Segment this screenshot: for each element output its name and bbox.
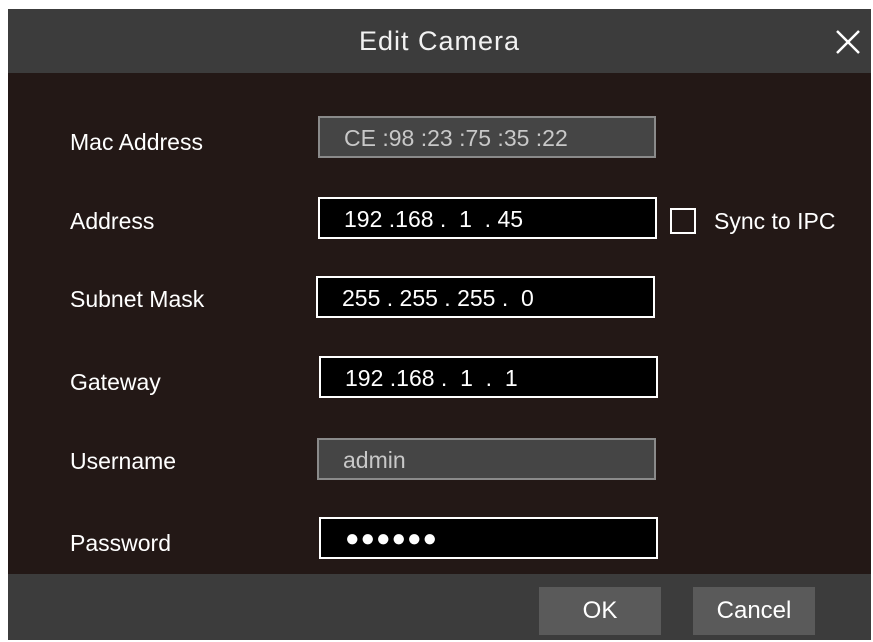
sync-to-ipc-label[interactable]: Sync to IPC xyxy=(714,208,835,235)
subnet-mask-label: Subnet Mask xyxy=(70,286,205,312)
subnet-mask-field[interactable]: 255 . 255 . 255 . 0 xyxy=(316,276,655,318)
title-bar: Edit Camera xyxy=(8,9,871,73)
address-field[interactable]: 192 .168 . 1 . 45 xyxy=(318,197,657,239)
cancel-button[interactable]: Cancel xyxy=(693,587,815,635)
dialog-title: Edit Camera xyxy=(358,26,521,56)
mac-address-label: Mac Address xyxy=(70,129,203,155)
mac-address-field: CE :98 :23 :75 :35 :22 xyxy=(318,116,656,158)
ok-button[interactable]: OK xyxy=(539,587,661,635)
username-label: Username xyxy=(70,448,177,474)
edit-camera-dialog: Edit Camera Mac Address CE :98 :23 :75 :… xyxy=(8,9,871,640)
gateway-label: Gateway xyxy=(70,369,161,395)
address-label: Address xyxy=(70,208,155,234)
dialog-footer: OK Cancel xyxy=(8,574,871,640)
gateway-field[interactable]: 192 .168 . 1 . 1 xyxy=(319,356,658,398)
sync-to-ipc-checkbox[interactable] xyxy=(670,208,696,234)
password-field[interactable]: ●●●●●● xyxy=(319,517,658,559)
close-icon[interactable] xyxy=(835,29,861,55)
password-label: Password xyxy=(70,530,171,556)
username-field: admin xyxy=(317,438,656,480)
